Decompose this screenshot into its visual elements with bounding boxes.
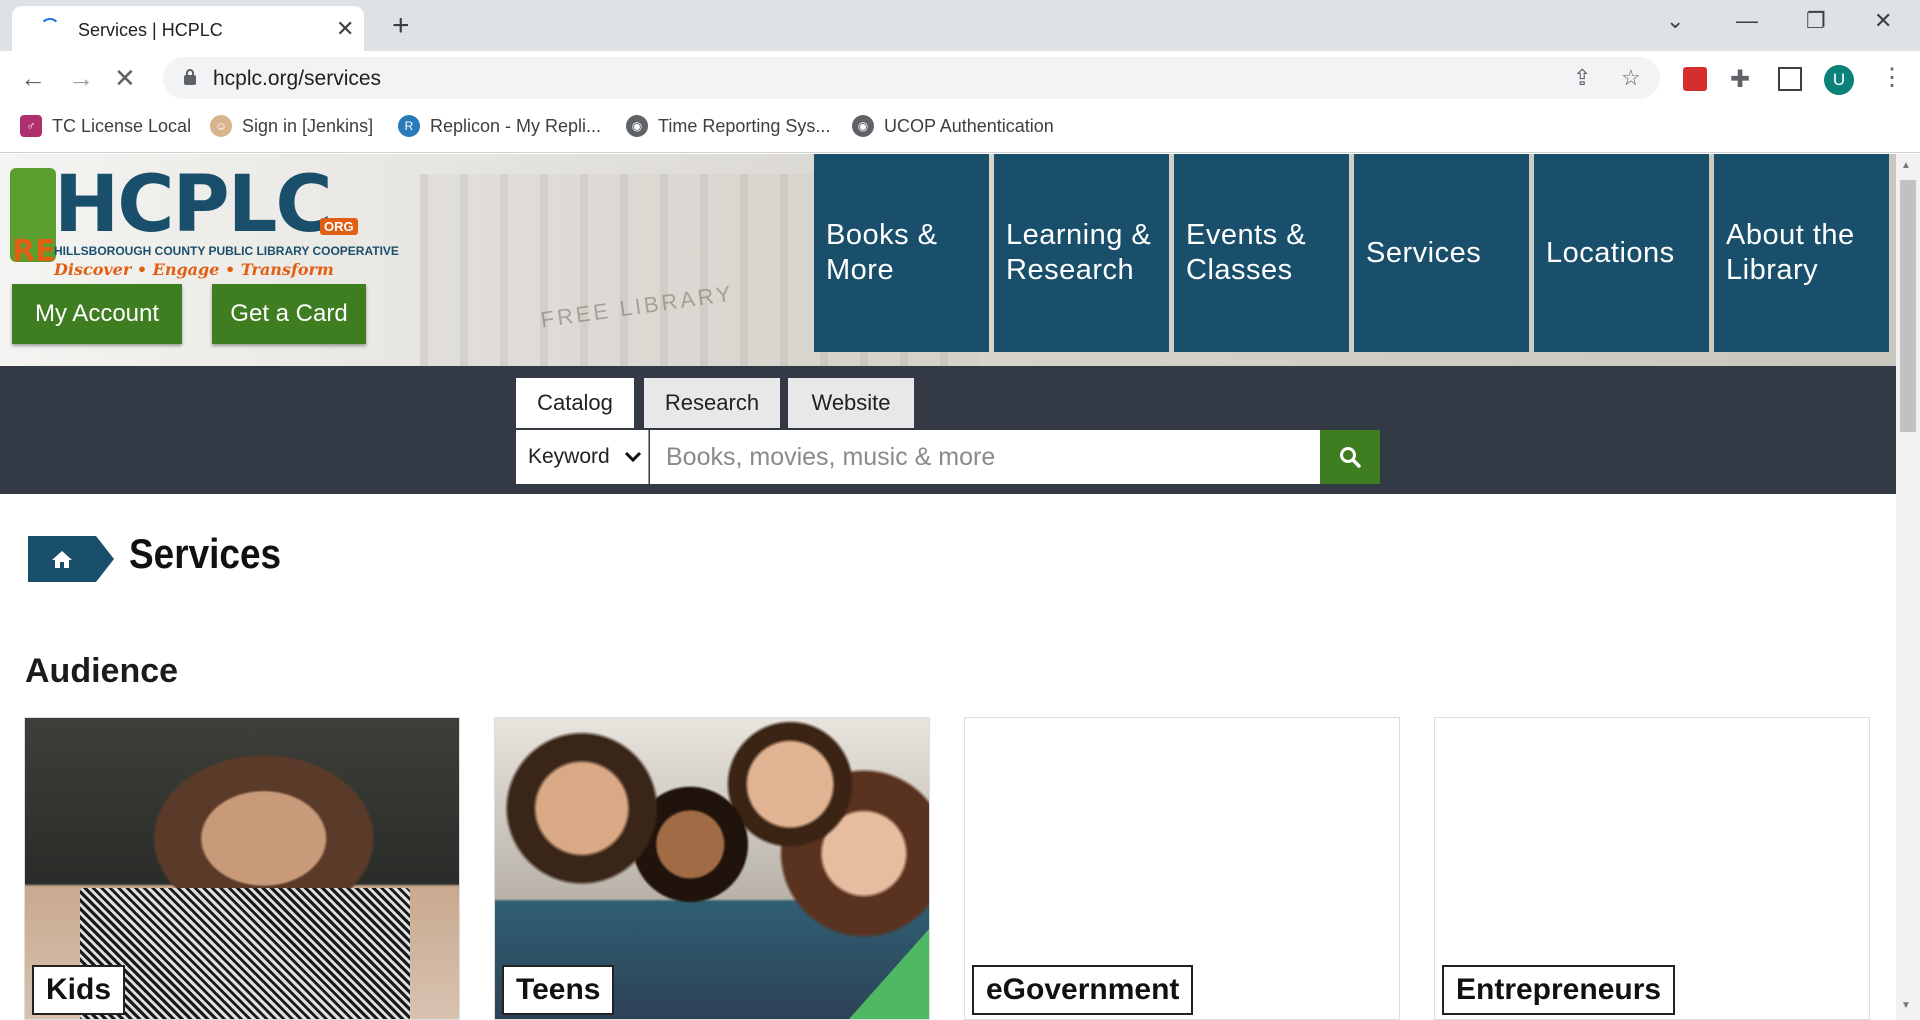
- card-label: Entrepreneurs: [1442, 965, 1676, 1015]
- page-title: Services: [129, 530, 282, 577]
- minimize-icon[interactable]: —: [1736, 8, 1758, 34]
- replicon-icon: R: [398, 115, 420, 137]
- site-header: FREE LIBRARY RE HCPLC ORG HILLSBOROUGH C…: [0, 154, 1896, 366]
- stop-loading-icon[interactable]: ✕: [114, 63, 136, 94]
- bookmark-label: TC License Local: [52, 115, 192, 136]
- audience-card-kids[interactable]: Kids: [24, 717, 460, 1020]
- main-navigation: Books & More Learning & Research Events …: [814, 154, 1889, 352]
- scroll-down-icon[interactable]: ▼: [1901, 1000, 1911, 1011]
- search-scope-select[interactable]: Keyword: [516, 430, 649, 484]
- logo-subtitle: HILLSBOROUGH COUNTY PUBLIC LIBRARY COOPE…: [54, 244, 399, 258]
- address-bar[interactable]: hcplc.org/services ⇪ ☆: [163, 57, 1660, 99]
- scroll-up-icon[interactable]: ▲: [1901, 160, 1911, 171]
- bookmark-star-icon[interactable]: ☆: [1621, 65, 1641, 91]
- side-panel-icon[interactable]: [1778, 67, 1802, 91]
- search-tab-website[interactable]: Website: [788, 378, 914, 428]
- web-page: FREE LIBRARY RE HCPLC ORG HILLSBOROUGH C…: [0, 154, 1896, 1020]
- hcplc-logo[interactable]: RE HCPLC ORG HILLSBOROUGH COUNTY PUBLIC …: [10, 160, 399, 279]
- extensions-puzzle-icon[interactable]: ✚: [1730, 65, 1750, 94]
- share-icon[interactable]: ⇪: [1573, 65, 1591, 91]
- get-a-card-button[interactable]: Get a Card: [212, 284, 366, 344]
- tab-title: Services | HCPLC: [78, 20, 223, 40]
- card-label: Teens: [502, 965, 615, 1015]
- nav-books-and-more[interactable]: Books & More: [814, 154, 989, 352]
- search-placeholder: Books, movies, music & more: [666, 442, 996, 471]
- jenkins-icon: ☺: [210, 115, 232, 137]
- audience-card-entrepreneurs[interactable]: Entrepreneurs: [1434, 717, 1870, 1020]
- card-label: eGovernment: [972, 965, 1194, 1015]
- audience-card-teens[interactable]: Teens: [494, 717, 930, 1020]
- search-band: Catalog Research Website Keyword Books, …: [0, 366, 1896, 494]
- search-tab-catalog[interactable]: Catalog: [516, 378, 634, 428]
- extension-icon[interactable]: [1683, 67, 1707, 91]
- chevron-down-icon: [624, 451, 641, 463]
- bookmark-item[interactable]: ◉ UCOP Authentication: [852, 115, 1054, 137]
- forward-icon[interactable]: →: [68, 63, 94, 94]
- bookmark-item[interactable]: ♂ TC License Local: [20, 115, 191, 137]
- bookmark-item[interactable]: R Replicon - My Repli...: [398, 115, 601, 137]
- home-icon: [52, 551, 72, 568]
- tc-license-icon: ♂: [20, 115, 42, 137]
- url-text: hcplc.org/services: [213, 67, 382, 90]
- search-scope-value: Keyword: [528, 445, 610, 468]
- card-label: Kids: [32, 965, 126, 1015]
- nav-learning-and-research[interactable]: Learning & Research: [994, 154, 1169, 352]
- globe-icon: ◉: [626, 115, 648, 137]
- bookmark-label: Replicon - My Repli...: [430, 115, 602, 136]
- loading-spinner-icon: [40, 18, 60, 38]
- my-account-button[interactable]: My Account: [12, 284, 182, 344]
- bookmark-label: Time Reporting Sys...: [658, 115, 831, 136]
- new-tab-icon[interactable]: +: [392, 9, 410, 43]
- bookmark-item[interactable]: ☺ Sign in [Jenkins]: [210, 115, 373, 137]
- notebook-image: [80, 888, 410, 1019]
- logo-name: HCPLC: [54, 160, 333, 250]
- tab-strip: Services | HCPLC ✕ + ⌄ — ❐ ✕: [0, 0, 1920, 51]
- breadcrumb-home[interactable]: [28, 536, 96, 582]
- logo-org-badge: ORG: [320, 218, 358, 235]
- browser-tab[interactable]: Services | HCPLC ✕: [12, 6, 364, 51]
- search-input[interactable]: Books, movies, music & more: [650, 430, 1320, 484]
- profile-avatar[interactable]: U: [1824, 65, 1854, 95]
- search-tab-research[interactable]: Research: [644, 378, 780, 428]
- nav-events-and-classes[interactable]: Events & Classes: [1174, 154, 1349, 352]
- restore-icon[interactable]: ❐: [1806, 8, 1826, 34]
- close-tab-icon[interactable]: ✕: [336, 16, 354, 42]
- bookmarks-bar: ♂ TC License Local ☺ Sign in [Jenkins] R…: [0, 105, 1920, 153]
- more-menu-icon[interactable]: ⋮: [1880, 63, 1904, 92]
- bookmark-label: Sign in [Jenkins]: [242, 115, 374, 136]
- audience-heading: Audience: [25, 652, 179, 690]
- search-icon: [1340, 447, 1361, 468]
- breadcrumb-arrow: [96, 536, 114, 582]
- browser-toolbar: ← → ✕ hcplc.org/services ⇪ ☆ ✚ U ⋮: [0, 51, 1920, 105]
- nav-locations[interactable]: Locations: [1534, 154, 1709, 352]
- search-button[interactable]: [1320, 430, 1380, 484]
- bookmark-label: UCOP Authentication: [884, 115, 1054, 136]
- globe-icon: ◉: [852, 115, 874, 137]
- logo-re: RE: [12, 234, 56, 269]
- nav-about-the-library[interactable]: About the Library: [1714, 154, 1889, 352]
- page-scrollbar[interactable]: ▲ ▼: [1896, 154, 1920, 1020]
- lock-icon: [184, 69, 196, 85]
- nav-services[interactable]: Services: [1354, 154, 1529, 352]
- audience-card-egovernment[interactable]: eGovernment: [964, 717, 1400, 1020]
- back-icon[interactable]: ←: [20, 63, 46, 94]
- bookmark-item[interactable]: ◉ Time Reporting Sys...: [626, 115, 830, 137]
- logo-tagline: Discover • Engage • Transform: [54, 260, 334, 279]
- tab-search-icon[interactable]: ⌄: [1666, 8, 1684, 34]
- scrollbar-thumb[interactable]: [1900, 180, 1916, 432]
- window-close-icon[interactable]: ✕: [1874, 8, 1892, 34]
